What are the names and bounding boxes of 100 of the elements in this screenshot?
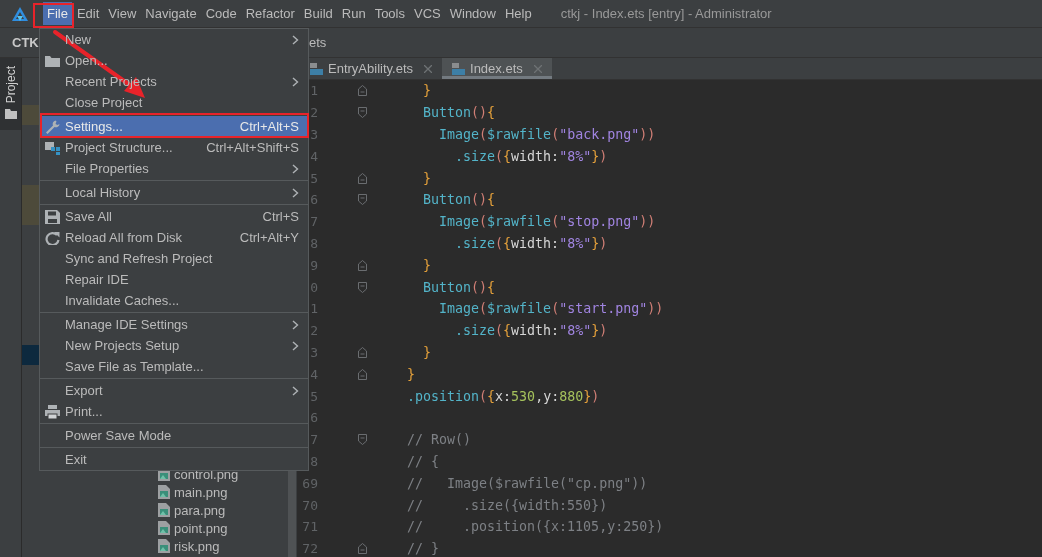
- line-number: 4: [309, 366, 318, 382]
- menu-item[interactable]: Code: [201, 2, 241, 25]
- line-number: 69: [301, 475, 318, 491]
- menu-item[interactable]: Window: [445, 2, 500, 25]
- code-line: // }: [406, 541, 441, 557]
- menu-item[interactable]: Export: [40, 380, 308, 401]
- shortcut-label: Ctrl+Alt+Shift+S: [206, 140, 299, 155]
- image-file-icon: [158, 521, 170, 535]
- image-file-icon: [158, 539, 170, 553]
- code-line: Image($rawfile("start.png")): [438, 301, 665, 317]
- code-line: // .position({x:1105,y:250}): [406, 519, 665, 535]
- code-line: Button(){: [422, 105, 497, 121]
- line-number: 2: [309, 105, 318, 121]
- menu-item[interactable]: Run: [337, 2, 370, 25]
- tree-row-highlight: [22, 345, 39, 365]
- line-number: 6: [309, 192, 318, 208]
- reload-icon: [44, 230, 60, 245]
- code-line: }: [422, 170, 433, 186]
- menu-item[interactable]: Build: [299, 2, 337, 25]
- line-number: 0: [309, 279, 318, 295]
- menu-item[interactable]: New Projects Setup: [40, 335, 308, 356]
- fold-marker-icon[interactable]: [357, 281, 367, 293]
- menu-item[interactable]: Close Project: [40, 92, 308, 113]
- tree-row-highlight: [22, 205, 39, 225]
- menu-item[interactable]: Navigate: [141, 2, 201, 25]
- file-name[interactable]: main.png: [174, 484, 228, 500]
- line-number: 3: [309, 344, 318, 360]
- code-line: .size({width:"8%"}): [454, 323, 609, 339]
- folder-icon: [4, 109, 17, 120]
- menu-item[interactable]: Edit: [72, 2, 104, 25]
- line-number: 1: [309, 301, 318, 317]
- code-line: // {: [406, 453, 441, 469]
- fold-marker-icon[interactable]: [357, 172, 367, 184]
- line-number: 7: [309, 432, 318, 448]
- menu-item[interactable]: Power Save Mode: [40, 425, 308, 446]
- close-icon[interactable]: [533, 64, 542, 73]
- line-number: 5: [309, 388, 318, 404]
- menu-item[interactable]: VCS: [410, 2, 445, 25]
- code-line: Button(){: [422, 279, 497, 295]
- image-file-icon: [158, 503, 170, 517]
- line-number: 8: [309, 235, 318, 251]
- file-name[interactable]: risk.png: [174, 538, 220, 554]
- fold-marker-icon[interactable]: [357, 259, 367, 271]
- save-icon: [44, 209, 60, 224]
- code-line: .size({width:"8%"}): [454, 148, 609, 164]
- scrollbar-thumb[interactable]: [288, 469, 296, 557]
- line-number: 5: [309, 170, 318, 186]
- code-line: Image($rawfile("stop.png")): [438, 214, 657, 230]
- fold-marker-icon[interactable]: [357, 107, 367, 119]
- tree-row-highlight: [22, 185, 39, 205]
- menu-item[interactable]: Local History: [40, 182, 308, 203]
- line-number: 9: [309, 257, 318, 273]
- line-number: 1: [309, 83, 318, 99]
- code-line: }: [422, 257, 433, 273]
- menu-item[interactable]: Print...: [40, 401, 308, 422]
- menu-item[interactable]: Save All Ctrl+S: [40, 206, 308, 227]
- fold-marker-icon[interactable]: [357, 368, 367, 380]
- code-line: // Image($rawfile("cp.png")): [406, 475, 649, 491]
- fold-marker-icon[interactable]: [357, 434, 367, 446]
- code-line: .size({width:"8%"}): [454, 235, 609, 251]
- line-number: 3: [309, 127, 318, 142]
- menu-item[interactable]: Help: [500, 2, 536, 25]
- menu-item[interactable]: File Properties: [40, 158, 308, 179]
- project-name: CTK: [11, 35, 39, 50]
- fold-marker-icon[interactable]: [357, 346, 367, 358]
- image-file-icon: [158, 485, 170, 499]
- menu-item[interactable]: Save File as Template...: [40, 356, 308, 377]
- file-type-icon: [452, 62, 465, 75]
- line-number: 2: [309, 323, 318, 339]
- menu-item[interactable]: Invalidate Caches...: [40, 290, 308, 311]
- menu-item[interactable]: Tools: [370, 2, 409, 25]
- menu-item[interactable]: Sync and Refresh Project: [40, 248, 308, 269]
- file-name[interactable]: point.png: [174, 520, 228, 536]
- fold-marker-icon[interactable]: [357, 543, 367, 555]
- code-line: .position({x:530,y:880}): [406, 388, 601, 404]
- menu-item[interactable]: File: [43, 2, 72, 25]
- menu-item[interactable]: New: [40, 29, 308, 50]
- code-line: // Row(): [406, 432, 473, 448]
- code-line: // .size({width:550}): [406, 497, 609, 513]
- fold-marker-icon[interactable]: [357, 85, 367, 97]
- menu-item[interactable]: View: [104, 2, 141, 25]
- project-tool-tab[interactable]: Project: [0, 58, 21, 130]
- menu-item[interactable]: Settings... Ctrl+Alt+S: [40, 116, 308, 137]
- editor-tab[interactable]: EntryAbility.ets: [307, 58, 442, 79]
- menu-item[interactable]: Project Structure... Ctrl+Alt+Shift+S: [40, 137, 308, 158]
- structure-icon: [44, 140, 60, 155]
- menu-item[interactable]: Refactor: [241, 2, 299, 25]
- editor-tab[interactable]: Index.ets: [442, 58, 552, 79]
- menu-item[interactable]: Manage IDE Settings: [40, 314, 308, 335]
- menu-item[interactable]: Repair IDE: [40, 269, 308, 290]
- menu-item[interactable]: Reload All from Disk Ctrl+Alt+Y: [40, 227, 308, 248]
- fold-marker-icon[interactable]: [357, 194, 367, 206]
- code-line: }: [422, 344, 433, 360]
- file-name[interactable]: para.png: [174, 502, 226, 518]
- line-number: 6: [309, 410, 318, 426]
- code-line: Image($rawfile("back.png")): [438, 127, 657, 142]
- close-icon[interactable]: [424, 64, 432, 73]
- file-type-icon: [310, 62, 323, 75]
- line-number: 8: [309, 453, 318, 469]
- line-number: 7: [309, 214, 318, 230]
